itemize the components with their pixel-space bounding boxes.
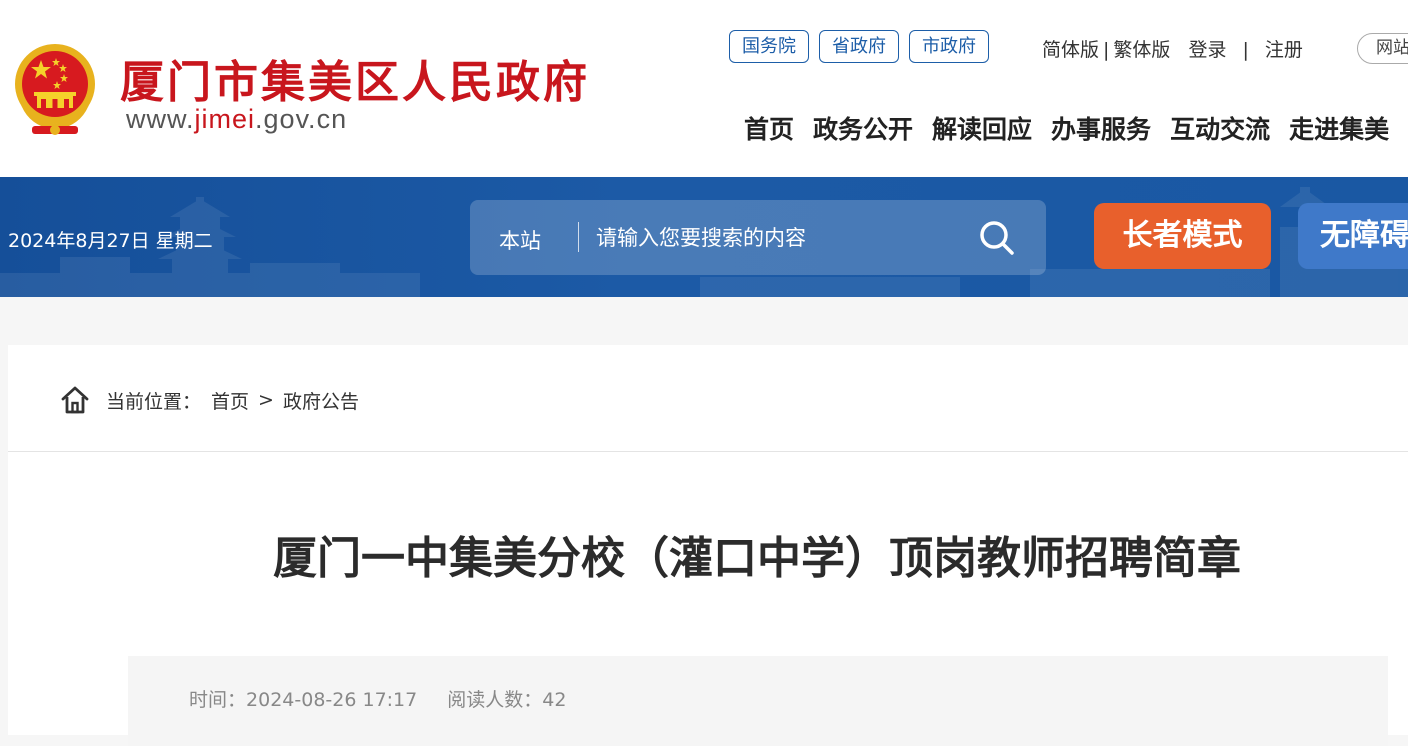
search-banner: 2024年8月27日 星期二 本站 长者模式 无障碍 bbox=[0, 177, 1408, 297]
current-date: 2024年8月27日 星期二 bbox=[8, 230, 213, 252]
search-icon[interactable] bbox=[978, 219, 1016, 257]
publish-time-label: 时间： bbox=[189, 689, 247, 711]
view-count-label: 阅读人数： bbox=[447, 689, 543, 711]
gov-link-city[interactable]: 市政府 bbox=[909, 30, 989, 63]
breadcrumb: 当前位置： 首页 > 政府公告 bbox=[60, 385, 359, 415]
gov-link-province[interactable]: 省政府 bbox=[819, 30, 899, 63]
util-separator-2: | bbox=[1242, 39, 1249, 61]
view-count: 42 bbox=[542, 689, 567, 711]
accessibility-button[interactable]: 无障碍 bbox=[1298, 203, 1408, 269]
breadcrumb-gov-announcements[interactable]: 政府公告 bbox=[283, 387, 359, 414]
top-utility-links: 简体版 | 繁体版 登录 | 注册 bbox=[1042, 35, 1303, 62]
article-meta: 时间：2024-08-26 17:17 阅读人数：42 bbox=[128, 656, 1388, 746]
site-header: 厦门市集美区人民政府 www.jimei.gov.cn 国务院 省政府 市政府 … bbox=[0, 0, 1408, 177]
nav-about-jimei[interactable]: 走进集美 bbox=[1289, 110, 1389, 146]
site-url-highlight: jimei bbox=[194, 104, 256, 134]
gov-links: 国务院 省政府 市政府 bbox=[729, 30, 989, 63]
breadcrumb-divider bbox=[8, 451, 1408, 452]
content-card: 当前位置： 首页 > 政府公告 厦门一中集美分校（灌口中学）顶岗教师招聘简章 时… bbox=[8, 345, 1408, 746]
login-link[interactable]: 登录 bbox=[1188, 35, 1226, 62]
publish-time: 2024-08-26 17:17 bbox=[246, 689, 418, 711]
search-input[interactable] bbox=[596, 216, 956, 260]
article-meta-text: 时间：2024-08-26 17:17 阅读人数：42 bbox=[189, 685, 566, 712]
nav-home[interactable]: 首页 bbox=[744, 110, 794, 146]
main-nav: 首页 政务公开 解读回应 办事服务 互动交流 走进集美 bbox=[744, 110, 1389, 146]
home-icon[interactable] bbox=[60, 385, 90, 415]
breadcrumb-home[interactable]: 首页 bbox=[211, 387, 249, 414]
util-separator: | bbox=[1103, 39, 1110, 61]
article-title: 厦门一中集美分校（灌口中学）顶岗教师招聘简章 bbox=[273, 533, 1241, 584]
site-url-prefix: www. bbox=[126, 104, 195, 134]
traditional-link[interactable]: 繁体版 bbox=[1113, 35, 1170, 62]
search-box: 本站 bbox=[470, 200, 1046, 275]
search-scope-select[interactable]: 本站 bbox=[499, 225, 541, 255]
site-group-button[interactable]: 网站群 bbox=[1357, 33, 1408, 64]
national-emblem-icon bbox=[15, 44, 95, 135]
gov-link-state-council[interactable]: 国务院 bbox=[729, 30, 809, 63]
breadcrumb-label: 当前位置： bbox=[106, 390, 202, 413]
site-url: www.jimei.gov.cn bbox=[126, 104, 347, 135]
nav-services[interactable]: 办事服务 bbox=[1051, 110, 1151, 146]
nav-gov-disclosure[interactable]: 政务公开 bbox=[813, 110, 913, 146]
site-title: 厦门市集美区人民政府 bbox=[120, 57, 590, 108]
site-url-suffix: .gov.cn bbox=[255, 104, 348, 134]
simplified-link[interactable]: 简体版 bbox=[1042, 35, 1099, 62]
register-link[interactable]: 注册 bbox=[1265, 35, 1303, 62]
nav-interpretation[interactable]: 解读回应 bbox=[932, 110, 1032, 146]
search-scope-divider bbox=[578, 222, 579, 252]
nav-interaction[interactable]: 互动交流 bbox=[1170, 110, 1270, 146]
breadcrumb-separator: > bbox=[258, 389, 274, 411]
elder-mode-button[interactable]: 长者模式 bbox=[1094, 203, 1271, 269]
